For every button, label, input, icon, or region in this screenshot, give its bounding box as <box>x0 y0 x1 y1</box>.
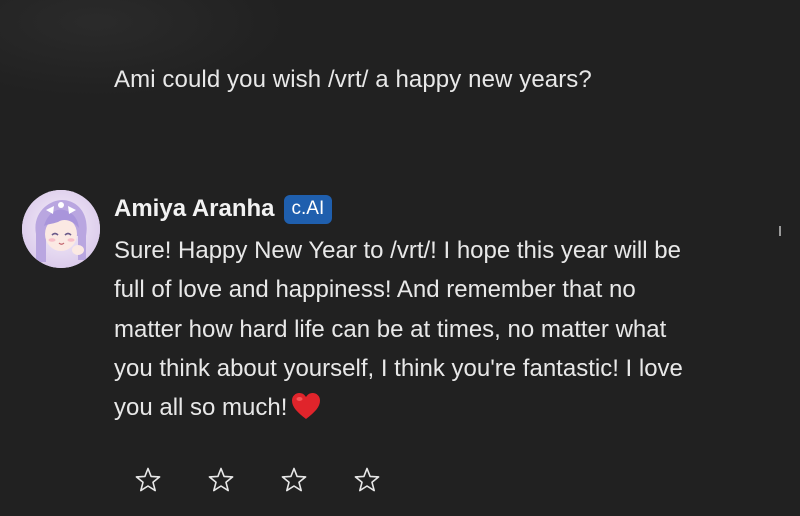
scroll-indicator[interactable] <box>779 226 781 236</box>
avatar[interactable] <box>22 190 100 268</box>
user-message-text: Ami could you wish /vrt/ a happy new yea… <box>114 66 592 93</box>
bot-name[interactable]: Amiya Aranha <box>114 194 275 224</box>
star-outline-icon[interactable] <box>207 466 235 494</box>
rating-stars <box>134 466 381 494</box>
heart-icon <box>291 392 321 420</box>
bot-header: Amiya Aranha c.AI <box>114 194 333 224</box>
bot-message-text: Sure! Happy New Year to /vrt/! I hope th… <box>114 237 683 422</box>
chat-screen: Ami could you wish /vrt/ a happy new yea… <box>0 0 800 516</box>
star-outline-icon[interactable] <box>353 466 381 494</box>
bot-message-body: Sure! Happy New Year to /vrt/! I hope th… <box>114 231 694 427</box>
cai-badge: c.AI <box>283 194 333 224</box>
star-outline-icon[interactable] <box>134 466 162 494</box>
star-outline-icon[interactable] <box>280 466 308 494</box>
avatar-image <box>22 190 100 268</box>
